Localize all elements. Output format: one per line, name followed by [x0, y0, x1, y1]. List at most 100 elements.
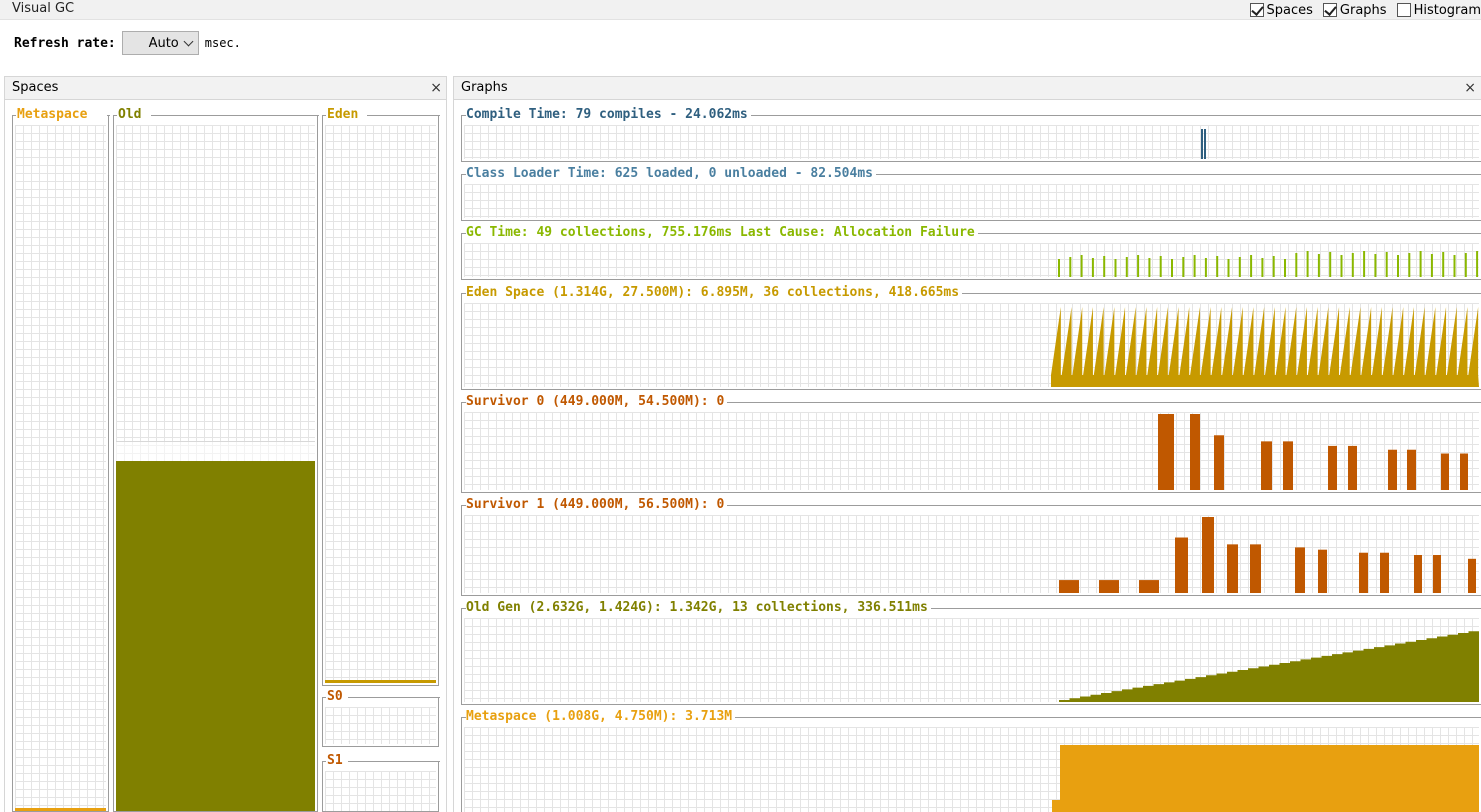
gc-spike — [1272, 256, 1275, 277]
metaspace-graph: Metaspace (1.008G, 4.750M): 3.713M — [461, 709, 1481, 812]
compile-time-graph: Compile Time: 79 compiles - 24.062ms — [461, 107, 1481, 162]
refresh-rate-row: Refresh rate: Auto msec. — [14, 31, 241, 55]
gc-spike — [1069, 257, 1072, 277]
metaspace-grid — [15, 125, 106, 811]
gc-spike — [1464, 253, 1467, 277]
s1-label: S1 — [326, 753, 344, 768]
gc-spike — [1340, 255, 1343, 277]
class-loader-graph: Class Loader Time: 625 loaded, 0 unloade… — [461, 166, 1481, 221]
metaspace-plot — [464, 727, 1479, 812]
metaspace-area — [1052, 745, 1479, 812]
eden-space-plot — [464, 303, 1479, 387]
eden-space-graph: Eden Space (1.314G, 27.500M): 6.895M, 36… — [461, 285, 1481, 390]
refresh-rate-select[interactable]: Auto — [121, 31, 199, 55]
graphs-panel-title: Graphs — [461, 80, 508, 95]
survivor-1-bar — [1468, 558, 1476, 593]
gc-spike — [1397, 255, 1399, 277]
survivor-1-bar — [1175, 537, 1188, 593]
gc-spike — [1159, 256, 1162, 277]
survivor-0-title: Survivor 0 (449.000M, 54.500M): 0 — [466, 394, 728, 409]
gc-spike — [1351, 253, 1354, 277]
gc-spike — [1114, 259, 1117, 277]
histogram-checkbox-icon[interactable] — [1396, 3, 1411, 17]
s0-grid — [325, 707, 436, 744]
toggle-graphs-label: Graphs — [1339, 2, 1387, 18]
survivor-1-bar — [1059, 580, 1079, 593]
gc-spike — [1419, 251, 1422, 277]
gc-spike — [1148, 258, 1151, 277]
gc-spike — [1125, 257, 1128, 277]
compile-time-title: Compile Time: 79 compiles - 24.062ms — [466, 107, 751, 122]
chevron-down-icon — [183, 36, 194, 46]
gc-spike — [1284, 259, 1286, 277]
gc-spike — [1453, 255, 1456, 277]
gc-spike — [1182, 257, 1185, 277]
spaces-panel-header: Spaces × — [4, 76, 447, 100]
metaspace-fill — [15, 808, 106, 811]
gc-spike — [1317, 254, 1320, 277]
gc-spike — [1442, 252, 1445, 277]
compile-spike — [1204, 129, 1206, 159]
metaspace-label: Metaspace — [16, 107, 89, 122]
gc-time-title: GC Time: 49 collections, 755.176ms Last … — [466, 225, 978, 240]
s0-space — [322, 697, 440, 747]
survivor-0-bar — [1441, 453, 1449, 490]
spaces-panel: Metaspace Old Eden S0 S1 — [4, 100, 447, 812]
survivor-0-bar — [1388, 449, 1397, 490]
title-bar: Visual GC Spaces Graphs Histogram — [0, 0, 1481, 20]
graphs-panel-header: Graphs × — [453, 76, 1481, 100]
old-gen-graph: Old Gen (2.632G, 1.424G): 1.342G, 13 col… — [461, 600, 1481, 705]
gc-spike — [1374, 254, 1377, 277]
refresh-rate-value: Auto — [148, 35, 179, 51]
eden-space-title: Eden Space (1.314G, 27.500M): 6.895M, 36… — [466, 285, 963, 300]
s1-space — [322, 761, 440, 812]
survivor-1-plot — [464, 515, 1479, 593]
gc-spike — [1193, 255, 1196, 277]
survivor-1-bar — [1295, 547, 1305, 593]
toggle-histogram[interactable]: Histogram — [1396, 2, 1481, 18]
gc-spike — [1408, 253, 1411, 277]
s1-grid — [325, 771, 436, 811]
survivor-1-bar — [1433, 555, 1441, 593]
gc-spike — [1261, 258, 1264, 277]
old-space — [113, 115, 319, 812]
refresh-rate-label: Refresh rate: — [14, 35, 116, 51]
gc-spike — [1295, 253, 1298, 277]
refresh-rate-unit: msec. — [204, 36, 241, 50]
gc-spike — [1080, 255, 1083, 277]
toggle-histogram-label: Histogram — [1413, 2, 1481, 18]
survivor-1-bar — [1227, 544, 1238, 593]
survivor-0-bar — [1407, 449, 1416, 490]
graphs-checkbox-icon[interactable] — [1322, 3, 1337, 17]
survivor-1-title: Survivor 1 (449.000M, 56.500M): 0 — [466, 497, 728, 512]
survivor-0-bar — [1158, 414, 1174, 490]
survivor-0-bar — [1214, 435, 1224, 490]
gc-spike — [1216, 256, 1219, 277]
toggle-spaces[interactable]: Spaces — [1249, 2, 1313, 18]
survivor-0-bar — [1261, 441, 1272, 490]
s0-label: S0 — [326, 689, 344, 704]
survivor-0-plot — [464, 412, 1479, 490]
gc-spike — [1058, 259, 1060, 277]
gc-spike — [1171, 259, 1173, 277]
spaces-checkbox-icon[interactable] — [1249, 3, 1264, 17]
gc-spike — [1329, 252, 1332, 277]
survivor-1-bar — [1318, 549, 1327, 593]
gc-spike — [1250, 255, 1253, 277]
old-gen-area — [1059, 621, 1479, 702]
gc-spike — [1385, 252, 1388, 277]
survivor-0-bar — [1283, 441, 1293, 490]
survivor-1-bar — [1099, 580, 1119, 593]
old-label: Old — [117, 107, 143, 122]
toggle-spaces-label: Spaces — [1266, 2, 1313, 18]
app-title: Visual GC — [12, 1, 75, 16]
old-gen-title: Old Gen (2.632G, 1.424G): 1.342G, 13 col… — [466, 600, 931, 615]
eden-area — [1051, 307, 1479, 387]
old-grid — [116, 125, 315, 811]
old-fill — [116, 461, 315, 811]
spaces-close-icon[interactable]: × — [430, 77, 442, 99]
view-toggles: Spaces Graphs Histogram — [1249, 0, 1481, 20]
graphs-close-icon[interactable]: × — [1464, 77, 1476, 99]
eden-fill — [325, 680, 436, 683]
toggle-graphs[interactable]: Graphs — [1322, 2, 1387, 18]
